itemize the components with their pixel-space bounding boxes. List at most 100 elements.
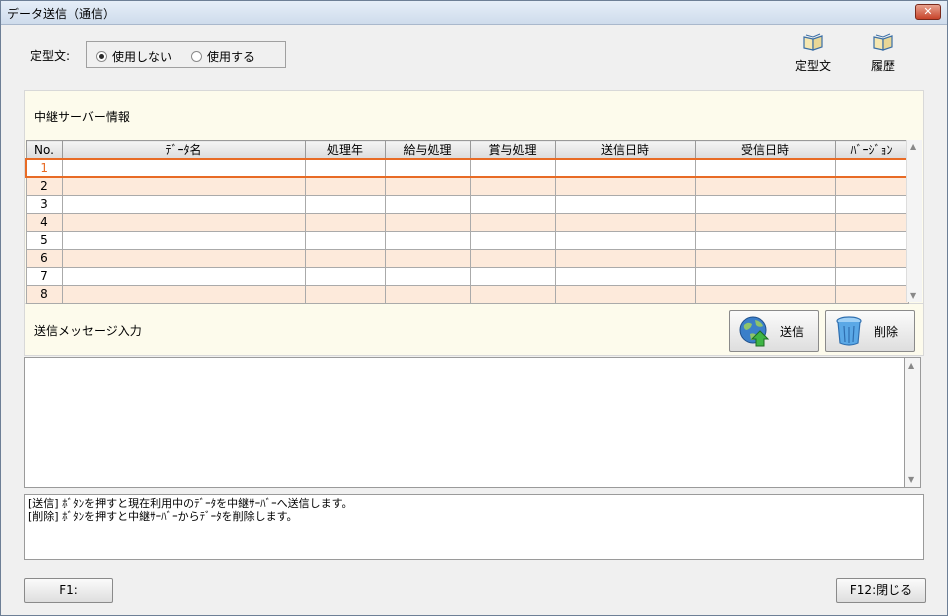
grid-cell[interactable] [304, 284, 386, 304]
table-row[interactable]: 1 [25, 158, 909, 178]
table-row[interactable]: 2 [25, 176, 909, 196]
grid-cell[interactable] [554, 248, 696, 268]
column-header[interactable]: 賞与処理 [469, 140, 556, 160]
send-button[interactable]: 送信 [729, 310, 819, 352]
grid-cell[interactable] [304, 194, 386, 214]
grid-cell[interactable] [61, 212, 306, 232]
grid-cell[interactable] [554, 212, 696, 232]
grid-cell[interactable] [61, 248, 306, 268]
scroll-down-icon[interactable]: ▼ [910, 291, 916, 300]
grid-cell[interactable] [384, 248, 471, 268]
grid-cell[interactable] [554, 176, 696, 196]
grid-cell[interactable] [304, 212, 386, 232]
grid-cell[interactable] [694, 212, 836, 232]
grid-cell[interactable] [304, 230, 386, 250]
table-row[interactable]: 5 [25, 230, 909, 250]
grid-cell[interactable] [694, 248, 836, 268]
column-header[interactable]: 給与処理 [384, 140, 471, 160]
message-input[interactable] [24, 357, 905, 488]
column-header[interactable]: ﾃﾞｰﾀ名 [61, 140, 306, 160]
grid-cell[interactable] [834, 248, 909, 268]
grid-cell[interactable] [834, 158, 909, 178]
f1-button[interactable]: F1: [24, 578, 113, 603]
template-text-label: 定型文 [794, 59, 831, 73]
grid-cell[interactable] [469, 248, 556, 268]
grid-cell[interactable] [694, 230, 836, 250]
grid-cell[interactable] [469, 230, 556, 250]
grid-cell[interactable] [61, 176, 306, 196]
grid-cell[interactable] [834, 176, 909, 196]
grid-cell[interactable] [304, 176, 386, 196]
grid-cell[interactable] [61, 194, 306, 214]
info-text: [送信] ﾎﾞﾀﾝを押すと現在利用中のﾃﾞｰﾀを中継ｻｰﾊﾞｰへ送信します。 [… [24, 494, 924, 560]
delete-button[interactable]: 削除 [825, 310, 915, 352]
message-scrollbar[interactable]: ▲ ▼ [905, 357, 921, 488]
column-header[interactable]: 受信日時 [694, 140, 836, 160]
book-icon [803, 33, 823, 51]
grid-cell[interactable] [834, 284, 909, 304]
grid-cell[interactable] [384, 230, 471, 250]
grid-cell[interactable] [469, 194, 556, 214]
grid-cell[interactable] [304, 158, 386, 178]
grid-cell[interactable] [554, 266, 696, 286]
server-data-grid: No. ﾃﾞｰﾀ名 処理年 給与処理 賞与処理 送信日時 受信日時 ﾊﾞｰｼﾞｮ… [25, 140, 909, 304]
grid-cell[interactable] [469, 212, 556, 232]
table-row[interactable]: 4 [25, 212, 909, 232]
grid-cell[interactable] [61, 230, 306, 250]
grid-cell[interactable] [694, 158, 836, 178]
grid-cell[interactable] [469, 284, 556, 304]
table-row[interactable]: 8 [25, 284, 909, 304]
grid-cell[interactable] [384, 266, 471, 286]
grid-cell[interactable] [834, 194, 909, 214]
history-button[interactable]: 履歴 [853, 33, 913, 74]
grid-cell[interactable] [834, 212, 909, 232]
column-header[interactable]: No. [25, 140, 63, 160]
send-label: 送信 [780, 324, 805, 339]
grid-cell[interactable] [554, 194, 696, 214]
scroll-down-icon[interactable]: ▼ [908, 475, 914, 484]
grid-cell[interactable] [384, 212, 471, 232]
scroll-up-icon[interactable]: ▲ [908, 361, 914, 370]
radio-use[interactable]: 使用する [191, 48, 255, 65]
grid-cell[interactable] [694, 266, 836, 286]
grid-cell[interactable] [384, 176, 471, 196]
column-header[interactable]: 送信日時 [554, 140, 696, 160]
grid-cell[interactable] [384, 284, 471, 304]
table-row[interactable]: 7 [25, 266, 909, 286]
column-header[interactable]: 処理年 [304, 140, 386, 160]
grid-cell[interactable] [384, 158, 471, 178]
grid-cell[interactable] [554, 284, 696, 304]
grid-scrollbar[interactable]: ▲ ▼ [906, 140, 922, 302]
grid-cell[interactable] [469, 176, 556, 196]
grid-cell[interactable] [61, 266, 306, 286]
f12-close-button[interactable]: F12:閉じる [836, 578, 926, 603]
grid-cell[interactable] [304, 248, 386, 268]
table-row[interactable]: 3 [25, 194, 909, 214]
table-row[interactable]: 6 [25, 248, 909, 268]
radio-indicator[interactable] [191, 51, 202, 62]
grid-cell[interactable] [304, 266, 386, 286]
grid-cell[interactable] [469, 158, 556, 178]
radio-not-use[interactable]: 使用しない [96, 48, 172, 65]
grid-cell[interactable] [834, 230, 909, 250]
grid-cell[interactable] [61, 284, 306, 304]
grid-cell[interactable] [694, 284, 836, 304]
template-option-label: 定型文: [30, 49, 71, 63]
grid-cell[interactable] [694, 194, 836, 214]
title-bar[interactable]: データ送信（通信） ✕ [1, 1, 947, 25]
row-number: 6 [25, 248, 63, 268]
close-button[interactable]: ✕ [915, 4, 941, 20]
column-header[interactable]: ﾊﾞｰｼﾞｮﾝ [834, 140, 909, 160]
grid-cell[interactable] [384, 194, 471, 214]
grid-cell[interactable] [694, 176, 836, 196]
template-text-button[interactable]: 定型文 [783, 33, 843, 74]
row-number: 4 [25, 212, 63, 232]
grid-cell[interactable] [469, 266, 556, 286]
row-number: 2 [25, 176, 63, 196]
grid-cell[interactable] [834, 266, 909, 286]
grid-cell[interactable] [554, 230, 696, 250]
scroll-up-icon[interactable]: ▲ [910, 142, 916, 151]
radio-indicator-selected[interactable] [96, 51, 107, 62]
grid-cell[interactable] [554, 158, 696, 178]
grid-cell[interactable] [61, 158, 306, 178]
